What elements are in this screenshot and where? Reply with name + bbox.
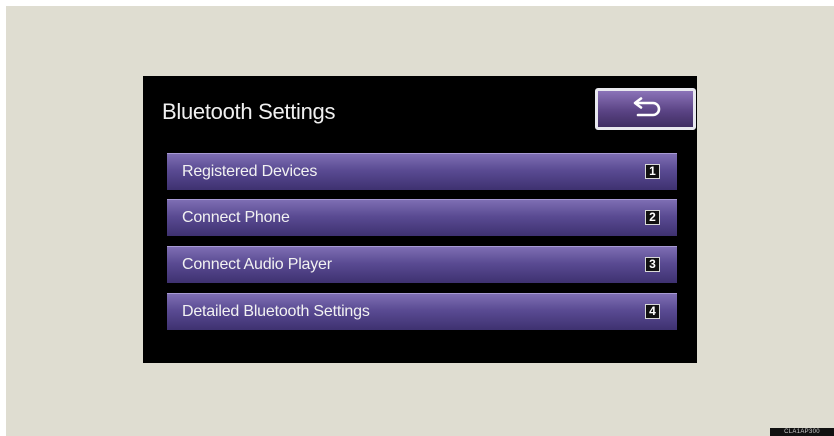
menu-item-number-badge: 2 <box>645 210 660 225</box>
menu-item-connect-phone[interactable]: Connect Phone 2 <box>167 199 677 236</box>
back-button[interactable] <box>595 88 696 130</box>
image-reference-tag: CLA1AP300 <box>770 428 834 436</box>
menu-item-number-badge: 4 <box>645 304 660 319</box>
menu-item-registered-devices[interactable]: Registered Devices 1 <box>167 153 677 190</box>
menu-item-connect-audio-player[interactable]: Connect Audio Player 3 <box>167 246 677 283</box>
menu-item-number-badge: 1 <box>645 164 660 179</box>
menu-item-label: Detailed Bluetooth Settings <box>182 303 370 320</box>
menu-item-number-badge: 3 <box>645 257 660 272</box>
screen-title: Bluetooth Settings <box>162 99 336 124</box>
menu-item-label: Connect Phone <box>182 209 290 226</box>
menu-item-label: Connect Audio Player <box>182 256 332 273</box>
menu-item-detailed-bluetooth-settings[interactable]: Detailed Bluetooth Settings 4 <box>167 293 677 330</box>
return-arrow-icon <box>633 97 660 117</box>
menu-item-label: Registered Devices <box>182 163 318 180</box>
